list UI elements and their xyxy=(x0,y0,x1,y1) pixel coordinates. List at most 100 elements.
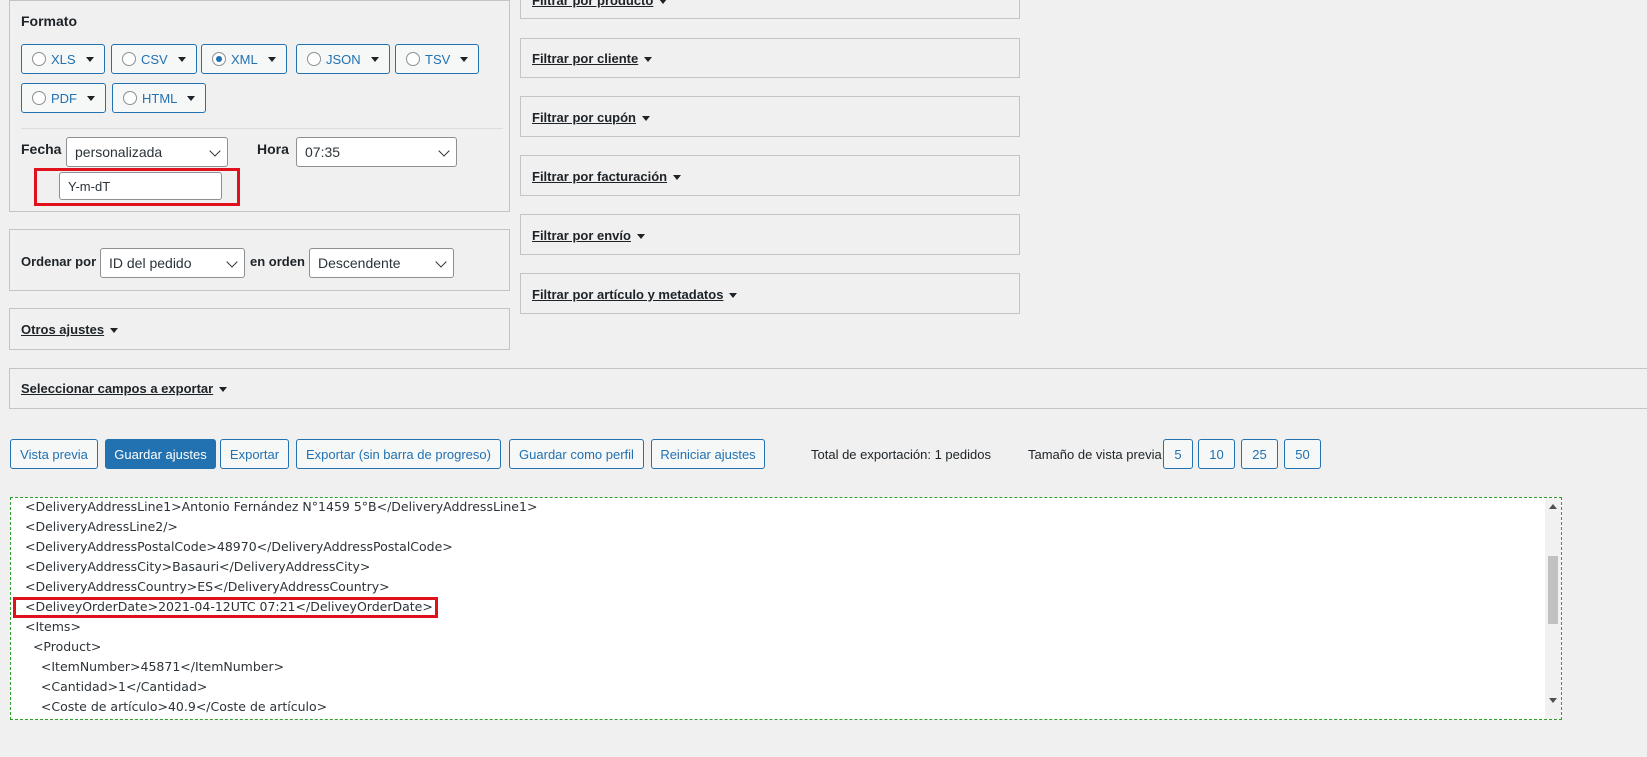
reset-settings-button[interactable]: Reiniciar ajustes xyxy=(651,439,765,469)
format-option-label: HTML xyxy=(142,90,178,106)
xml-line: <DeliveryAddressLine1>Antonio Fernández … xyxy=(25,499,538,514)
scroll-up-arrow-icon[interactable] xyxy=(1549,504,1557,509)
scroll-down-arrow-icon[interactable] xyxy=(1549,698,1557,703)
filter-label: Filtrar por cliente xyxy=(532,51,639,66)
xml-line: <Cantidad>1</Cantidad> xyxy=(25,679,208,694)
select-fields-toggle[interactable]: Seleccionar campos a exportar xyxy=(21,381,228,396)
export-total: Total de exportación: 1 pedidos xyxy=(811,447,991,462)
format-title: Formato xyxy=(21,13,77,29)
select-fields-panel xyxy=(9,368,1647,409)
order-direction-value: Descendente xyxy=(318,255,401,271)
xml-line: <DeliveryAddressCountry>ES</DeliveryAddr… xyxy=(25,579,390,594)
preview-size-label: Tamaño de vista previa xyxy=(1028,447,1162,462)
caret-down-icon xyxy=(177,56,186,62)
select-fields-label: Seleccionar campos a exportar xyxy=(21,381,214,396)
caret-down-icon xyxy=(729,293,738,299)
other-settings-toggle[interactable]: Otros ajustes xyxy=(21,322,119,337)
radio-icon xyxy=(123,91,137,105)
xml-scrollbar[interactable] xyxy=(1545,498,1561,719)
format-option-json[interactable]: JSON xyxy=(296,44,390,74)
caret-down-icon xyxy=(187,95,196,101)
chevron-down-icon xyxy=(435,256,447,268)
filter-label: Filtrar por envío xyxy=(532,228,631,243)
format-option-label: TSV xyxy=(425,51,451,67)
date-select[interactable]: personalizada xyxy=(66,137,228,167)
xml-preview[interactable]: <DeliveryAddressLine1>Antonio Fernández … xyxy=(10,497,1562,720)
time-label: Hora xyxy=(257,141,289,157)
time-select-value: 07:35 xyxy=(305,144,341,160)
date-select-value: personalizada xyxy=(75,144,163,160)
highlight-order-date-line xyxy=(13,597,438,618)
caret-down-icon xyxy=(267,56,276,62)
filter-label: Filtrar por producto xyxy=(532,0,654,8)
order-direction-label: en orden xyxy=(250,254,305,269)
filter-label: Filtrar por cupón xyxy=(532,110,636,125)
radio-icon xyxy=(122,52,136,66)
other-settings-label: Otros ajustes xyxy=(21,322,105,337)
save-settings-button[interactable]: Guardar ajustes xyxy=(105,439,216,469)
xml-line: <DeliveryAddressCity>Basauri</DeliveryAd… xyxy=(25,559,371,574)
radio-icon xyxy=(32,52,46,66)
format-option-label: JSON xyxy=(326,51,361,67)
format-option-label: CSV xyxy=(141,51,168,67)
xml-line: <Product> xyxy=(25,639,102,654)
order-by-select[interactable]: ID del pedido xyxy=(100,248,245,278)
format-option-xls[interactable]: XLS xyxy=(21,44,105,74)
filter-customer-toggle[interactable]: Filtrar por cliente xyxy=(532,51,653,66)
format-option-label: PDF xyxy=(51,90,77,106)
caret-down-icon xyxy=(370,56,379,62)
caret-down-icon xyxy=(673,175,682,181)
xml-line: <ItemNumber>45871</ItemNumber> xyxy=(25,659,285,674)
order-by-value: ID del pedido xyxy=(109,255,192,271)
caret-down-icon xyxy=(636,234,645,240)
preview-size-25[interactable]: 25 xyxy=(1241,439,1278,469)
export-no-progress-button[interactable]: Exportar (sin barra de progreso) xyxy=(296,439,501,469)
date-format-value: Y-m-dT xyxy=(68,178,111,194)
export-button[interactable]: Exportar xyxy=(220,439,289,469)
order-by-label: Ordenar por xyxy=(21,254,97,269)
preview-size-10[interactable]: 10 xyxy=(1198,439,1235,469)
caret-down-icon xyxy=(219,387,228,393)
save-profile-button[interactable]: Guardar como perfil xyxy=(509,439,644,469)
chevron-down-icon xyxy=(226,256,238,268)
preview-size-50[interactable]: 50 xyxy=(1284,439,1321,469)
caret-down-icon xyxy=(644,57,653,63)
caret-down-icon xyxy=(110,328,119,334)
date-format-input[interactable]: Y-m-dT xyxy=(59,172,222,200)
filter-billing-toggle[interactable]: Filtrar por facturación xyxy=(532,169,682,184)
xml-line: <Items> xyxy=(25,619,81,634)
caret-down-icon xyxy=(85,56,94,62)
scroll-thumb[interactable] xyxy=(1548,556,1558,624)
format-option-xml[interactable]: XML xyxy=(201,44,287,74)
radio-icon xyxy=(32,91,46,105)
filter-label: Filtrar por facturación xyxy=(532,169,668,184)
format-option-pdf[interactable]: PDF xyxy=(21,83,106,113)
order-direction-select[interactable]: Descendente xyxy=(309,248,454,278)
preview-size-5[interactable]: 5 xyxy=(1163,439,1193,469)
format-option-html[interactable]: HTML xyxy=(112,83,207,113)
radio-icon xyxy=(406,52,420,66)
radio-icon xyxy=(307,52,321,66)
time-select[interactable]: 07:35 xyxy=(296,137,457,167)
radio-selected-icon xyxy=(212,52,226,66)
xml-line: <DeliveryAddressPostalCode>48970</Delive… xyxy=(25,539,453,554)
preview-button[interactable]: Vista previa xyxy=(10,439,98,469)
format-option-label: XLS xyxy=(51,51,76,67)
caret-down-icon xyxy=(642,116,650,122)
filter-label: Filtrar por artículo y metadatos xyxy=(532,287,724,302)
format-divider xyxy=(21,128,503,129)
caret-down-icon xyxy=(460,56,469,62)
chevron-down-icon xyxy=(438,145,450,157)
filter-shipping-toggle[interactable]: Filtrar por envío xyxy=(532,228,645,243)
chevron-down-icon xyxy=(209,145,221,157)
filter-coupon-toggle[interactable]: Filtrar por cupón xyxy=(532,110,650,125)
format-option-csv[interactable]: CSV xyxy=(111,44,197,74)
caret-down-icon xyxy=(87,95,95,101)
format-option-label: XML xyxy=(231,51,258,67)
date-label: Fecha xyxy=(21,141,62,157)
format-option-tsv[interactable]: TSV xyxy=(395,44,480,74)
filter-product-toggle[interactable]: Filtrar por producto xyxy=(532,0,668,8)
caret-down-icon xyxy=(659,0,668,5)
xml-line: <Coste de artículo>40.9</Coste de artícu… xyxy=(25,699,328,714)
filter-items-toggle[interactable]: Filtrar por artículo y metadatos xyxy=(532,287,738,302)
